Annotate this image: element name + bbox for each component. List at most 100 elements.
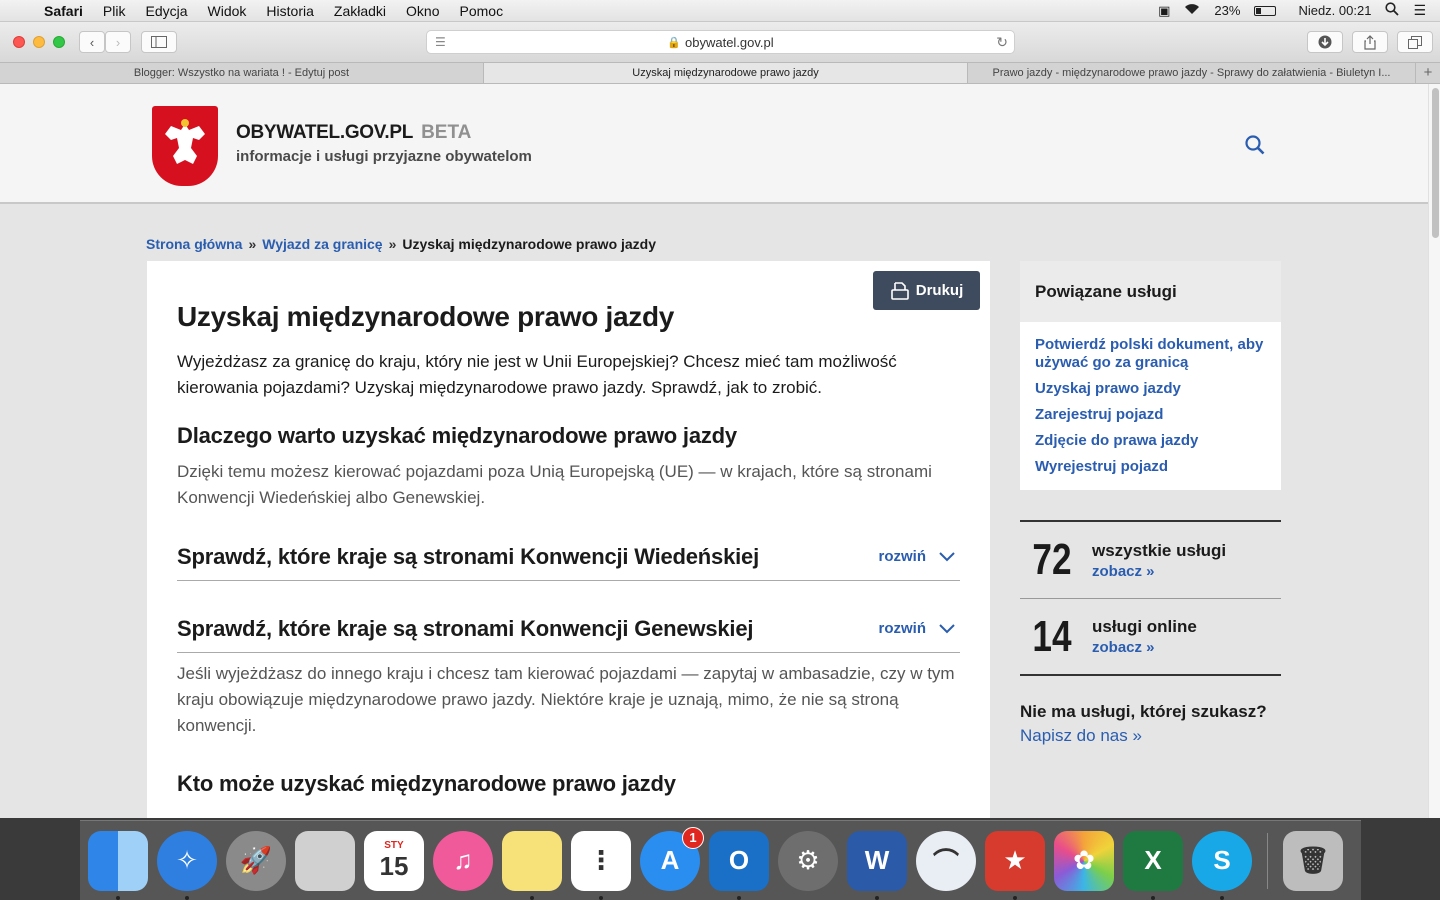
tab-blogger[interactable]: Blogger: Wszystko na wariata ! - Edytuj …: [0, 63, 484, 83]
itunes-icon[interactable]: ♫: [433, 830, 493, 891]
dock-glyph: X: [1144, 845, 1162, 875]
photos-icon[interactable]: ✿: [1054, 830, 1114, 891]
close-window-button[interactable]: [13, 36, 25, 48]
chevron-down-icon: [939, 623, 955, 633]
tab-current[interactable]: Uzyskaj międzynarodowe prawo jazdy: [484, 63, 968, 83]
reminders-icon[interactable]: ⋮: [571, 830, 631, 900]
reader-icon[interactable]: ☰: [435, 35, 446, 49]
print-label: Drukuj: [915, 282, 964, 299]
new-tab-button[interactable]: +: [1416, 63, 1440, 83]
downloads-button[interactable]: [1307, 31, 1343, 53]
contact-link[interactable]: Napisz do nas »: [1020, 726, 1281, 746]
stat-link[interactable]: zobacz »: [1092, 639, 1197, 656]
article-content: Uzyskaj międzynarodowe prawo jazdy Wyjeż…: [177, 301, 960, 797]
tabs-overview-button[interactable]: [1397, 31, 1433, 53]
finder-icon[interactable]: [88, 830, 148, 900]
breadcrumb-separator: »: [388, 236, 397, 252]
airdrop-icon[interactable]: ⌒: [916, 830, 976, 891]
search-icon[interactable]: [1244, 134, 1266, 161]
menu-app[interactable]: Safari: [40, 3, 93, 19]
why-paragraph: Dzięki temu możesz kierować pojazdami po…: [177, 462, 932, 507]
calendar-icon[interactable]: STY 15: [364, 830, 424, 891]
running-indicator: [116, 895, 120, 900]
notes-icon[interactable]: [502, 830, 562, 900]
reload-icon[interactable]: ↻: [996, 34, 1008, 51]
breadcrumb-home-link[interactable]: Strona główna: [146, 236, 242, 252]
dock-glyph: 🚀: [239, 845, 273, 875]
accordion-geneva[interactable]: Sprawdź, które kraje są stronami Konwenc…: [177, 605, 960, 653]
bookmark-status-icon[interactable]: ▣: [1158, 3, 1170, 19]
menu-widok[interactable]: Widok: [198, 3, 257, 19]
dock-glyph: ✧: [176, 845, 198, 875]
expand-toggle-geneva[interactable]: rozwiń: [879, 620, 961, 637]
menu-zakladki[interactable]: Zakładki: [324, 3, 396, 19]
trash-icon[interactable]: 🗑: [1283, 830, 1343, 891]
expand-label: rozwiń: [878, 548, 927, 565]
menu-edycja[interactable]: Edycja: [135, 3, 197, 19]
clock[interactable]: Niedz. 00:21: [1298, 3, 1371, 18]
menu-plik[interactable]: Plik: [93, 3, 136, 19]
dock-glyph: ✿: [1073, 845, 1095, 875]
page-viewport: OBYWATEL.GOV.PL BETA informacje i usługi …: [0, 84, 1428, 818]
app-store-icon[interactable]: A1: [640, 826, 704, 891]
menu-okno[interactable]: Okno: [396, 3, 449, 19]
accordion-vienna[interactable]: Sprawdź, które kraje są stronami Konwenc…: [177, 533, 960, 581]
scrollbar-thumb[interactable]: [1432, 88, 1439, 238]
forward-button[interactable]: ›: [105, 31, 131, 53]
share-button[interactable]: [1352, 31, 1388, 53]
safari-icon[interactable]: ✧: [157, 830, 217, 900]
calculator-icon[interactable]: [295, 830, 355, 891]
related-link[interactable]: Zarejestruj pojazd: [1035, 406, 1266, 424]
word-icon[interactable]: W: [847, 830, 907, 900]
accordion-vienna-title: Sprawdź, które kraje są stronami Konwenc…: [177, 543, 759, 569]
breadcrumb-section-link[interactable]: Wyjazd za granicę: [262, 236, 382, 252]
launchpad-icon[interactable]: 🚀: [226, 830, 286, 891]
address-bar[interactable]: ☰ 🔒 obywatel.gov.pl ↻: [426, 30, 1015, 54]
battery-percent: 23%: [1214, 3, 1241, 18]
accordion-geneva-title: Sprawdź, które kraje są stronami Konwenc…: [177, 615, 754, 641]
related-link[interactable]: Wyrejestruj pojazd: [1035, 458, 1266, 476]
stat-link[interactable]: zobacz »: [1092, 563, 1226, 580]
wunderlist-icon[interactable]: ★: [985, 830, 1045, 900]
running-indicator: [737, 895, 741, 900]
running-indicator: [875, 895, 879, 900]
stat-label: wszystkie usługi: [1092, 540, 1227, 560]
wifi-icon[interactable]: [1184, 3, 1200, 18]
running-indicator: [1220, 895, 1224, 900]
skype-icon[interactable]: S: [1192, 830, 1252, 900]
menu-historia[interactable]: Historia: [256, 3, 323, 19]
stat-all-services: 72 wszystkie usługi zobacz »: [1020, 522, 1281, 599]
notification-badge: 1: [682, 826, 704, 849]
outlook-icon[interactable]: O: [709, 830, 769, 900]
excel-icon[interactable]: X: [1123, 830, 1183, 900]
safari-toolbar: ‹ › ☰ 🔒 obywatel.gov.pl ↻: [0, 22, 1440, 62]
calendar-month: STY: [384, 839, 404, 851]
lead-paragraph: Wyjeżdżasz za granicę do kraju, który ni…: [177, 352, 897, 397]
site-brand[interactable]: OBYWATEL.GOV.PL BETA informacje i usługi …: [236, 122, 532, 165]
running-indicator: [599, 895, 603, 900]
stat-label: usługi online: [1092, 617, 1197, 636]
window-controls: [13, 36, 65, 48]
related-link[interactable]: Potwierdź polski dokument, aby używać go…: [1035, 336, 1266, 372]
system-preferences-icon[interactable]: ⚙: [778, 830, 838, 891]
related-link[interactable]: Uzyskaj prawo jazdy: [1035, 380, 1266, 398]
contact-box: Nie ma usługi, której szukasz? Napisz do…: [1020, 702, 1281, 746]
who-heading: Kto może uzyskać międzynarodowe prawo ja…: [177, 771, 676, 796]
dock-glyph: ⚙: [796, 845, 820, 875]
related-link[interactable]: Zdjęcie do prawa jazdy: [1035, 432, 1266, 450]
minimize-window-button[interactable]: [33, 36, 45, 48]
back-button[interactable]: ‹: [79, 31, 105, 53]
breadcrumb-current: Uzyskaj międzynarodowe prawo jazdy: [402, 236, 657, 252]
battery-icon[interactable]: [1254, 5, 1277, 16]
menu-pomoc[interactable]: Pomoc: [450, 3, 514, 19]
dock-glyph: 🗑: [1296, 845, 1330, 875]
related-services: Powiązane usługi Potwierdź polski dokume…: [1020, 261, 1281, 490]
page-scrollbar[interactable]: [1428, 84, 1440, 818]
sidebar-toggle-button[interactable]: [141, 31, 177, 53]
zoom-window-button[interactable]: [53, 36, 65, 48]
polish-eagle-emblem-icon[interactable]: [152, 106, 218, 186]
tab-biuletyn[interactable]: Prawo jazdy - międzynarodowe prawo jazdy…: [968, 63, 1416, 83]
spotlight-icon[interactable]: [1385, 2, 1400, 19]
expand-toggle-vienna[interactable]: rozwiń: [879, 548, 961, 565]
notification-center-icon[interactable]: ☰: [1413, 2, 1426, 19]
